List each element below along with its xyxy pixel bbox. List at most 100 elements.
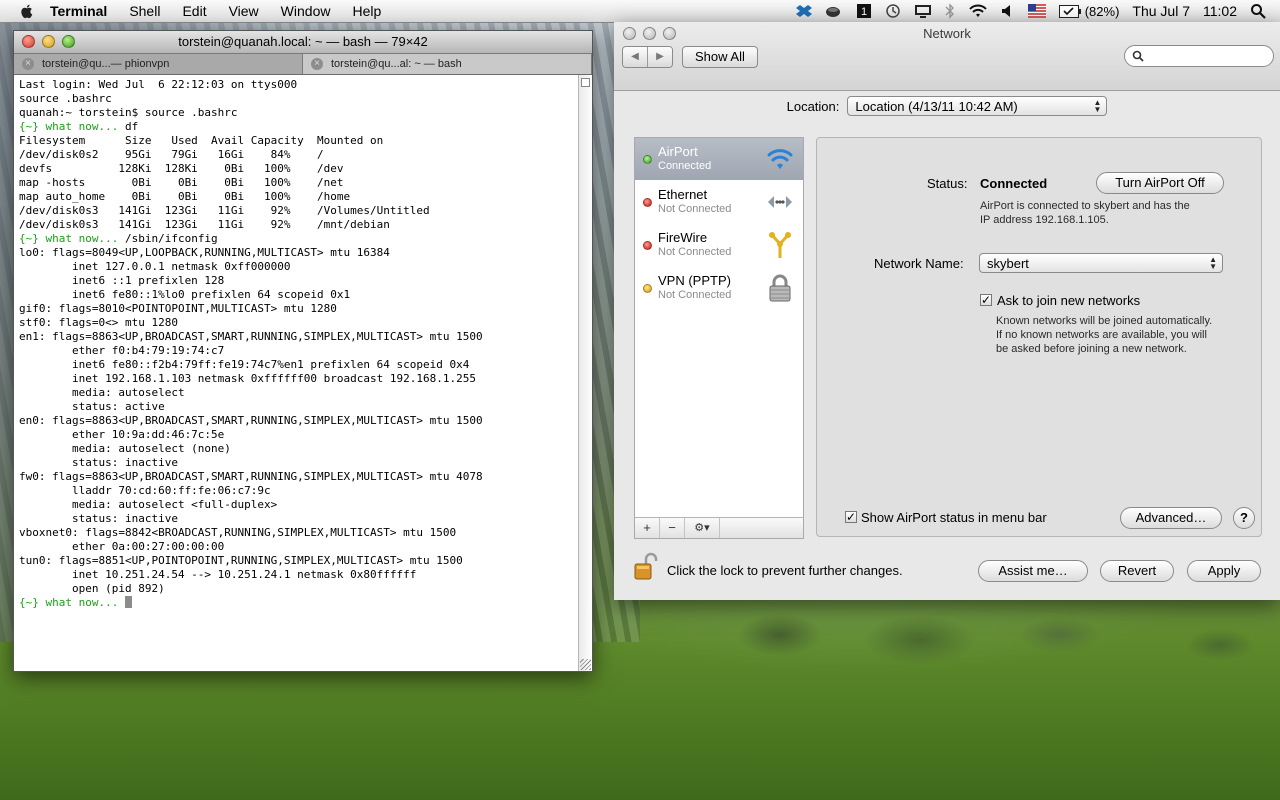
terminal-line: /dev/disk0s3 141Gi 123Gi 11Gi 92% /Volum…	[19, 204, 573, 218]
minimize-button[interactable]	[42, 35, 55, 48]
scrollbar-split-icon[interactable]	[581, 78, 590, 87]
help-button[interactable]: ?	[1233, 507, 1255, 529]
terminal-line-text: inet 127.0.0.1 netmask 0xff000000	[19, 260, 291, 273]
terminal-line: Filesystem Size Used Avail Capacity Moun…	[19, 134, 573, 148]
apply-button[interactable]: Apply	[1187, 560, 1261, 582]
remove-service-button[interactable]: −	[660, 518, 685, 538]
shell-prompt: {~} what now...	[19, 232, 119, 245]
menu-app-name[interactable]: Terminal	[50, 3, 107, 19]
text-cursor	[124, 596, 132, 608]
service-name: Ethernet	[658, 187, 708, 202]
service-status: Not Connected	[658, 246, 732, 258]
service-list: AirPort Connected Ethernet Not Connected…	[634, 137, 804, 539]
ask-join-description-line2: If no known networks are available, you …	[996, 329, 1207, 341]
time-machine-icon[interactable]	[885, 3, 901, 19]
menu-clock-date[interactable]: Thu Jul 7	[1132, 3, 1190, 19]
spotlight-icon[interactable]	[1250, 3, 1266, 19]
search-input[interactable]	[1124, 45, 1274, 67]
service-name: VPN (PPTP)	[658, 273, 731, 288]
terminal-line-text	[118, 596, 125, 609]
show-all-button[interactable]: Show All	[682, 46, 758, 68]
service-status: Not Connected	[658, 203, 732, 215]
menu-window[interactable]: Window	[281, 3, 331, 19]
shell-prompt: {~} what now...	[19, 596, 119, 609]
terminal-line: inet 10.251.24.54 --> 10.251.24.1 netmas…	[19, 568, 573, 582]
terminal-line: stf0: flags=0<> mtu 1280	[19, 316, 573, 330]
terminal-tab-bash[interactable]: × torstein@qu...al: ~ — bash	[303, 54, 592, 74]
svg-text:1: 1	[861, 6, 867, 18]
terminal-line-text: df	[118, 120, 139, 133]
turn-airport-off-button[interactable]: Turn AirPort Off	[1096, 172, 1224, 194]
show-status-checkbox[interactable]: ✓	[845, 511, 857, 523]
add-service-button[interactable]: +	[635, 518, 660, 538]
menu-shell[interactable]: Shell	[129, 3, 160, 19]
location-popup[interactable]: Location (4/13/11 10:42 AM) ▲ ▼	[847, 96, 1108, 116]
network-name-popup[interactable]: skybert ▲ ▼	[979, 253, 1223, 273]
back-forward-control: ◀ ▶	[622, 46, 673, 68]
terminal-line: inet6 ::1 prefixlen 128	[19, 274, 573, 288]
lock-icon	[769, 274, 791, 302]
assist-me-button[interactable]: Assist me…	[978, 560, 1088, 582]
volume-icon[interactable]	[1001, 3, 1015, 19]
apple-icon[interactable]	[18, 2, 36, 20]
terminal-line: {~} what now...	[19, 596, 573, 610]
menu-clock-time[interactable]: 11:02	[1203, 3, 1237, 19]
terminal-line: lo0: flags=8049<UP,LOOPBACK,RUNNING,MULT…	[19, 246, 573, 260]
display-icon[interactable]	[914, 3, 932, 19]
ask-join-checkbox[interactable]: ✓	[980, 294, 992, 306]
terminal-scrollbar[interactable]	[578, 75, 592, 671]
service-list-toolbar: + − ⚙▾	[635, 517, 803, 538]
wifi-icon	[767, 149, 793, 169]
terminal-line: media: autoselect	[19, 386, 573, 400]
terminal-output[interactable]: Last login: Wed Jul 6 22:12:03 on ttys00…	[14, 75, 578, 671]
service-item-airport[interactable]: AirPort Connected	[635, 138, 803, 181]
terminal-tab-phionvpn[interactable]: × torstein@qu...— phionvpn	[14, 54, 303, 74]
terminal-line-text: status: inactive	[19, 512, 178, 525]
terminal-line-text: inet 192.168.1.103 netmask 0xffffff00 br…	[19, 372, 476, 385]
location-row: Location: Location (4/13/11 10:42 AM) ▲ ▼	[614, 96, 1280, 116]
wifi-menu-icon[interactable]	[968, 3, 988, 19]
tab-close-icon[interactable]: ×	[22, 58, 34, 70]
terminal-line-text: media: autoselect (none)	[19, 442, 231, 455]
terminal-tab-bar: × torstein@qu...— phionvpn × torstein@qu…	[14, 54, 592, 75]
advanced-button[interactable]: Advanced…	[1120, 507, 1222, 529]
clipboard-icon[interactable]: 1	[856, 3, 872, 19]
terminal-line-text: status: inactive	[19, 456, 178, 469]
service-item-ethernet[interactable]: Ethernet Not Connected	[635, 181, 803, 224]
terminal-line-text: status: active	[19, 400, 165, 413]
terminal-line: inet6 fe80::f2b4:79ff:fe19:74c7%en1 pref…	[19, 358, 573, 372]
service-item-vpn[interactable]: VPN (PPTP) Not Connected	[635, 267, 803, 310]
dropbox-icon[interactable]	[795, 3, 812, 19]
ask-join-label[interactable]: Ask to join new networks	[997, 293, 1140, 308]
terminal-line-text: en1: flags=8863<UP,BROADCAST,SMART,RUNNI…	[19, 330, 483, 343]
terminal-line-text: lladdr 70:cd:60:ff:fe:06:c7:9c	[19, 484, 271, 497]
resize-grip-icon[interactable]	[580, 659, 591, 670]
zoom-button[interactable]	[62, 35, 75, 48]
service-item-firewire[interactable]: FireWire Not Connected	[635, 224, 803, 267]
network-toolbar[interactable]: Network ◀ ▶ Show All	[614, 22, 1280, 91]
menu-view[interactable]: View	[229, 3, 259, 19]
input-flag-icon[interactable]	[1027, 4, 1046, 18]
terminal-line: media: autoselect <full-duplex>	[19, 498, 573, 512]
terminal-line: Last login: Wed Jul 6 22:12:03 on ttys00…	[19, 78, 573, 92]
terminal-line-text: media: autoselect <full-duplex>	[19, 498, 278, 511]
close-button[interactable]	[22, 35, 35, 48]
menu-help[interactable]: Help	[352, 3, 381, 19]
bluetooth-icon[interactable]	[945, 3, 955, 19]
tab-close-icon[interactable]: ×	[311, 58, 323, 70]
padlock-icon[interactable]	[634, 551, 658, 581]
cup-icon[interactable]	[825, 3, 843, 19]
gear-icon[interactable]: ⚙▾	[685, 518, 720, 538]
battery-status[interactable]: (82%)	[1058, 4, 1119, 19]
terminal-titlebar[interactable]: torstein@quanah.local: ~ — bash — 79×42	[14, 31, 592, 54]
forward-arrow-icon[interactable]: ▶	[647, 47, 672, 67]
revert-button[interactable]: Revert	[1100, 560, 1174, 582]
terminal-line: /dev/disk0s2 95Gi 79Gi 16Gi 84% /	[19, 148, 573, 162]
terminal-line-text: lo0: flags=8049<UP,LOOPBACK,RUNNING,MULT…	[19, 246, 390, 259]
show-status-label[interactable]: Show AirPort status in menu bar	[861, 510, 1047, 525]
menu-edit[interactable]: Edit	[182, 3, 206, 19]
terminal-line: devfs 128Ki 128Ki 0Bi 100% /dev	[19, 162, 573, 176]
back-arrow-icon[interactable]: ◀	[623, 47, 647, 67]
location-label: Location:	[786, 98, 840, 114]
terminal-line-text: Last login: Wed Jul 6 22:12:03 on ttys00…	[19, 78, 298, 91]
